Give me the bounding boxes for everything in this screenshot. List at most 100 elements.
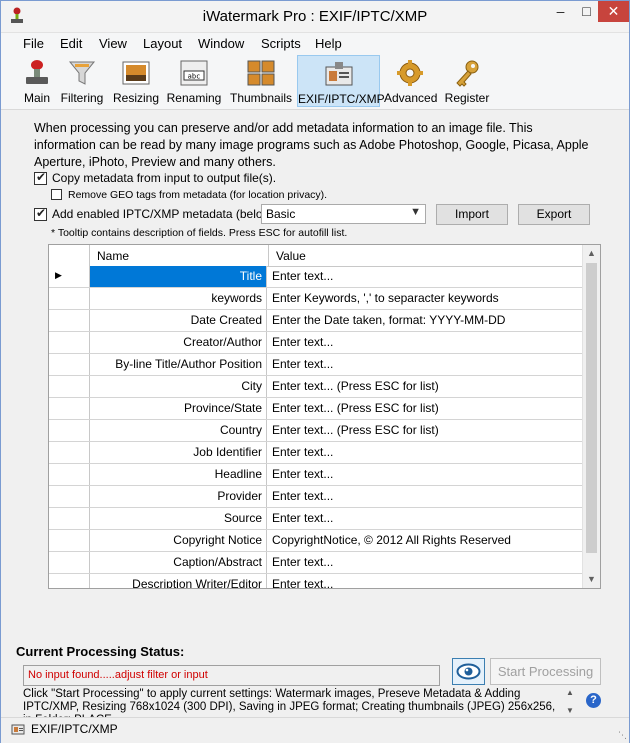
remove-geo-checkbox[interactable] <box>51 189 62 200</box>
field-name[interactable]: keywords <box>90 288 267 309</box>
summary-scrollbar[interactable]: ▲ ▼ <box>563 688 577 718</box>
field-name[interactable]: City <box>90 376 267 397</box>
field-name[interactable]: Country <box>90 420 267 441</box>
help-icon[interactable]: ? <box>586 693 601 708</box>
field-value[interactable]: Enter the Date taken, format: YYYY-MM-DD <box>272 310 505 331</box>
key-icon <box>456 60 479 87</box>
menu-scripts[interactable]: Scripts <box>261 36 301 51</box>
table-row[interactable]: Provider Enter text... <box>49 486 583 508</box>
field-name[interactable]: Headline <box>90 464 267 485</box>
row-header[interactable] <box>49 288 90 309</box>
table-row[interactable]: Description Writer/Editor Enter text... <box>49 574 583 588</box>
field-value[interactable]: Enter text... (Press ESC for list) <box>272 420 439 441</box>
field-name[interactable]: Description Writer/Editor <box>90 574 267 588</box>
table-row[interactable]: Province/State Enter text... (Press ESC f… <box>49 398 583 420</box>
field-value[interactable]: Enter text... <box>272 508 333 529</box>
field-value[interactable]: Enter text... <box>272 442 333 463</box>
table-row[interactable]: Caption/Abstract Enter text... <box>49 552 583 574</box>
tool-advanced[interactable]: Advanced <box>384 55 437 107</box>
row-header[interactable] <box>49 376 90 397</box>
id-card-icon <box>11 724 25 735</box>
add-iptc-checkbox[interactable] <box>34 206 47 221</box>
field-name[interactable]: Province/State <box>90 398 267 419</box>
tool-renaming[interactable]: abc Renaming <box>166 55 222 107</box>
menu-edit[interactable]: Edit <box>60 36 82 51</box>
row-header[interactable] <box>49 310 90 331</box>
field-name[interactable]: Caption/Abstract <box>90 552 267 573</box>
table-row[interactable]: By-line Title/Author Position Enter text.… <box>49 354 583 376</box>
import-button[interactable]: Import <box>436 204 508 225</box>
field-name[interactable]: Copyright Notice <box>90 530 267 551</box>
row-header[interactable] <box>49 508 90 529</box>
start-processing-button[interactable]: Start Processing <box>490 658 601 685</box>
scroll-down-icon[interactable]: ▼ <box>583 571 600 588</box>
table-row[interactable]: ▶ Title Enter text... <box>49 266 583 288</box>
table-row[interactable]: City Enter text... (Press ESC for list) <box>49 376 583 398</box>
row-header[interactable] <box>49 464 90 485</box>
maximize-button[interactable]: □ <box>573 1 600 22</box>
field-name[interactable]: Source <box>90 508 267 529</box>
table-row[interactable]: Country Enter text... (Press ESC for list… <box>49 420 583 442</box>
minimize-button[interactable]: – <box>547 1 574 22</box>
menu-view[interactable]: View <box>99 36 127 51</box>
chevron-down-icon: ▼ <box>410 206 421 218</box>
menu-help[interactable]: Help <box>315 36 342 51</box>
field-name[interactable]: Date Created <box>90 310 267 331</box>
table-row[interactable]: Headline Enter text... <box>49 464 583 486</box>
tool-resizing[interactable]: Resizing <box>112 55 160 107</box>
field-value[interactable]: Enter text... <box>272 266 333 287</box>
menu-layout[interactable]: Layout <box>143 36 182 51</box>
field-name[interactable]: Title <box>90 266 267 287</box>
close-button[interactable]: ✕ <box>598 1 629 22</box>
tool-exif-iptc-xmp[interactable]: EXIF/IPTC/XMP <box>297 55 385 107</box>
menu-window[interactable]: Window <box>198 36 244 51</box>
row-header[interactable] <box>49 442 90 463</box>
table-row[interactable]: Date Created Enter the Date taken, format… <box>49 310 583 332</box>
field-value[interactable]: Enter text... <box>272 574 333 588</box>
grid-rows: ▶ Title Enter text... keywords Enter Keyword… <box>49 266 583 588</box>
row-header[interactable] <box>49 552 90 573</box>
row-header[interactable]: ▶ <box>49 266 90 287</box>
scrollbar-thumb[interactable] <box>586 263 597 553</box>
tool-thumbnails[interactable]: Thumbnails <box>230 55 292 107</box>
tool-register[interactable]: Register <box>442 55 492 107</box>
preview-button[interactable] <box>452 658 485 685</box>
row-header[interactable] <box>49 398 90 419</box>
export-button[interactable]: Export <box>518 204 590 225</box>
field-value[interactable]: CopyrightNotice, © 2012 All Rights Reser… <box>272 530 511 551</box>
table-row[interactable]: keywords Enter Keywords, ',' to separacte… <box>49 288 583 310</box>
field-name[interactable]: Job Identifier <box>90 442 267 463</box>
grid-scrollbar[interactable]: ▲ ▼ <box>582 245 600 588</box>
column-header-value[interactable]: Value <box>276 249 306 263</box>
field-value[interactable]: Enter text... <box>272 332 333 353</box>
table-row[interactable]: Job Identifier Enter text... <box>49 442 583 464</box>
column-header-name[interactable]: Name <box>97 249 129 263</box>
field-name[interactable]: Creator/Author <box>90 332 267 353</box>
row-header[interactable] <box>49 420 90 441</box>
field-value[interactable]: Enter text... <box>272 354 333 375</box>
scroll-up-icon[interactable]: ▲ <box>583 245 600 262</box>
tool-main[interactable]: Main <box>19 55 55 107</box>
resize-icon <box>122 61 150 85</box>
field-value[interactable]: Enter text... <box>272 486 333 507</box>
field-value[interactable]: Enter text... <box>272 552 333 573</box>
table-row[interactable]: Creator/Author Enter text... <box>49 332 583 354</box>
table-row[interactable]: Source Enter text... <box>49 508 583 530</box>
menu-file[interactable]: File <box>23 36 44 51</box>
row-header[interactable] <box>49 332 90 353</box>
row-header[interactable] <box>49 354 90 375</box>
field-value[interactable]: Enter text... <box>272 464 333 485</box>
row-header[interactable] <box>49 574 90 588</box>
tool-filtering[interactable]: Filtering <box>59 55 105 107</box>
field-value[interactable]: Enter Keywords, ',' to separacter keywor… <box>272 288 499 309</box>
field-value[interactable]: Enter text... (Press ESC for list) <box>272 376 439 397</box>
row-header[interactable] <box>49 530 90 551</box>
preset-dropdown[interactable]: Basic ▼ <box>261 204 426 224</box>
table-row[interactable]: Copyright Notice CopyrightNotice, © 2012 … <box>49 530 583 552</box>
resize-grip-icon[interactable]: ⋱ <box>618 730 627 741</box>
copy-metadata-checkbox[interactable] <box>34 170 47 185</box>
field-name[interactable]: By-line Title/Author Position <box>90 354 267 375</box>
row-header[interactable] <box>49 486 90 507</box>
field-value[interactable]: Enter text... (Press ESC for list) <box>272 398 439 419</box>
field-name[interactable]: Provider <box>90 486 267 507</box>
